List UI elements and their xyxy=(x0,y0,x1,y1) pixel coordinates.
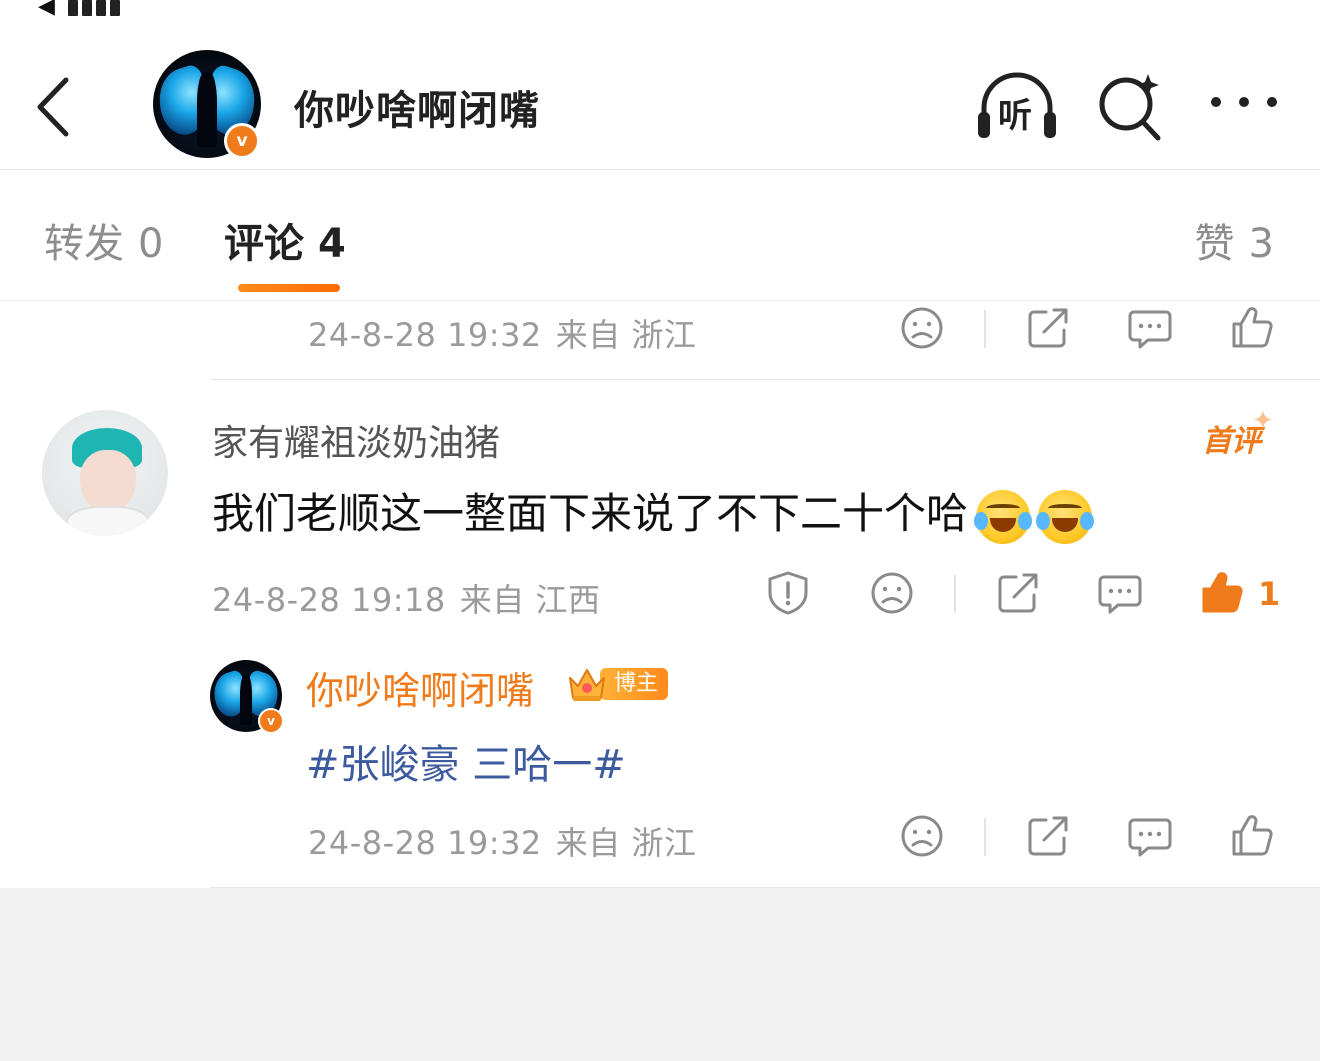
tab-like-label: 赞 xyxy=(1194,221,1235,267)
commenter-avatar[interactable] xyxy=(42,410,168,536)
signal-icon: ◀ xyxy=(38,0,55,19)
prev-reply-date: 24-8-28 19:32 xyxy=(308,316,542,354)
verified-badge: v xyxy=(224,123,260,159)
prev-like-button[interactable] xyxy=(1228,304,1276,352)
top-bar: v 你吵啥啊闭嘴 听 xyxy=(0,40,1320,170)
tab-comment-label: 评论 xyxy=(224,221,304,267)
reply-comment-button[interactable] xyxy=(1126,812,1174,860)
share-icon xyxy=(998,573,1038,613)
listen-button[interactable]: 听 xyxy=(974,68,1060,144)
dislike-button[interactable] xyxy=(868,569,916,617)
prev-reply-meta: 24-8-28 19:32 来自 浙江 xyxy=(308,310,696,356)
report-icon xyxy=(768,571,808,615)
prev-dislike-button[interactable] xyxy=(898,304,946,352)
action-separator xyxy=(984,310,986,348)
share-icon xyxy=(1028,816,1068,856)
author-name[interactable]: 你吵啥啊闭嘴 xyxy=(294,78,540,136)
like-count: 1 xyxy=(1258,575,1281,613)
reply-share-button[interactable] xyxy=(1024,812,1072,860)
status-bar: ◀ xyxy=(0,0,1320,22)
tab-repost-count: 0 xyxy=(138,221,164,267)
like-icon xyxy=(1232,307,1273,348)
status-indicators xyxy=(68,0,132,16)
tab-like[interactable]: 赞3 xyxy=(1195,211,1274,269)
like-icon xyxy=(1202,572,1243,613)
tab-repost[interactable]: 转发 0 xyxy=(44,211,163,269)
comment-icon xyxy=(1128,310,1172,349)
prev-reply-source: 来自 浙江 xyxy=(555,316,697,354)
tab-comment[interactable]: 评论 4 xyxy=(224,211,346,269)
search-button[interactable] xyxy=(1096,68,1166,144)
reply-button[interactable] xyxy=(1096,569,1144,617)
more-icon xyxy=(1211,97,1277,107)
reply-date: 24-8-28 19:32 xyxy=(308,824,542,862)
reply-source: 来自 浙江 xyxy=(555,824,697,862)
action-separator xyxy=(954,575,956,613)
action-separator xyxy=(984,818,986,856)
comment-date: 24-8-28 19:18 xyxy=(212,581,446,619)
crown-icon xyxy=(566,664,608,704)
active-tab-indicator xyxy=(238,284,340,292)
reply-author-name[interactable]: 你吵啥啊闭嘴 xyxy=(306,660,534,715)
tab-comment-count: 4 xyxy=(318,221,346,267)
comment-icon xyxy=(1128,818,1172,857)
comment-divider xyxy=(210,379,1320,380)
tab-like-count: 3 xyxy=(1248,221,1274,267)
laugh-cry-emoji xyxy=(1036,489,1095,544)
prev-comment-button[interactable] xyxy=(1126,304,1174,352)
back-button[interactable] xyxy=(30,72,80,142)
dislike-icon xyxy=(901,815,943,857)
prev-share-button[interactable] xyxy=(1024,304,1072,352)
reply-like-button[interactable] xyxy=(1228,812,1276,860)
tab-repost-label: 转发 xyxy=(44,221,124,267)
report-button[interactable] xyxy=(764,569,812,617)
search-icon xyxy=(1099,74,1161,141)
comment-source: 来自 江西 xyxy=(459,581,601,619)
share-icon xyxy=(1028,308,1068,348)
blogger-badge: 博主 xyxy=(566,664,669,704)
like-icon xyxy=(1232,815,1273,856)
comment-icon xyxy=(1098,575,1142,614)
comment-page: ◀ v 你吵啥啊闭嘴 听 转发 0 评论 4 赞 3 24-8-28 19:32… xyxy=(0,0,1320,888)
comment-body: 我们老顺这一整面下来说了不下二十个哈 xyxy=(212,489,969,538)
share-button[interactable] xyxy=(994,569,1042,617)
topic-link[interactable]: #张峻豪 三哈一# xyxy=(306,732,626,790)
tab-bar: 转发 0 评论 4 赞3 xyxy=(0,171,1320,301)
dislike-icon xyxy=(901,307,943,349)
first-comment-badge: 首评 ✦ xyxy=(1202,406,1274,459)
comment-text: 我们老顺这一整面下来说了不下二十个哈 xyxy=(212,480,1095,544)
listen-label: 听 xyxy=(998,96,1032,136)
reply-meta: 24-8-28 19:32 来自 浙江 xyxy=(308,818,696,864)
dislike-icon xyxy=(871,572,913,614)
comment-meta: 24-8-28 19:18 来自 江西 xyxy=(212,575,600,621)
back-icon xyxy=(37,77,69,137)
reply-dislike-button[interactable] xyxy=(898,812,946,860)
comment-divider xyxy=(210,887,1320,888)
verified-badge: v xyxy=(258,708,284,734)
more-button[interactable] xyxy=(1206,80,1282,120)
commenter-name[interactable]: 家有耀祖淡奶油猪 xyxy=(212,414,500,466)
like-button[interactable] xyxy=(1198,569,1246,617)
laugh-cry-emoji xyxy=(974,489,1033,544)
blogger-label: 博主 xyxy=(600,668,669,700)
